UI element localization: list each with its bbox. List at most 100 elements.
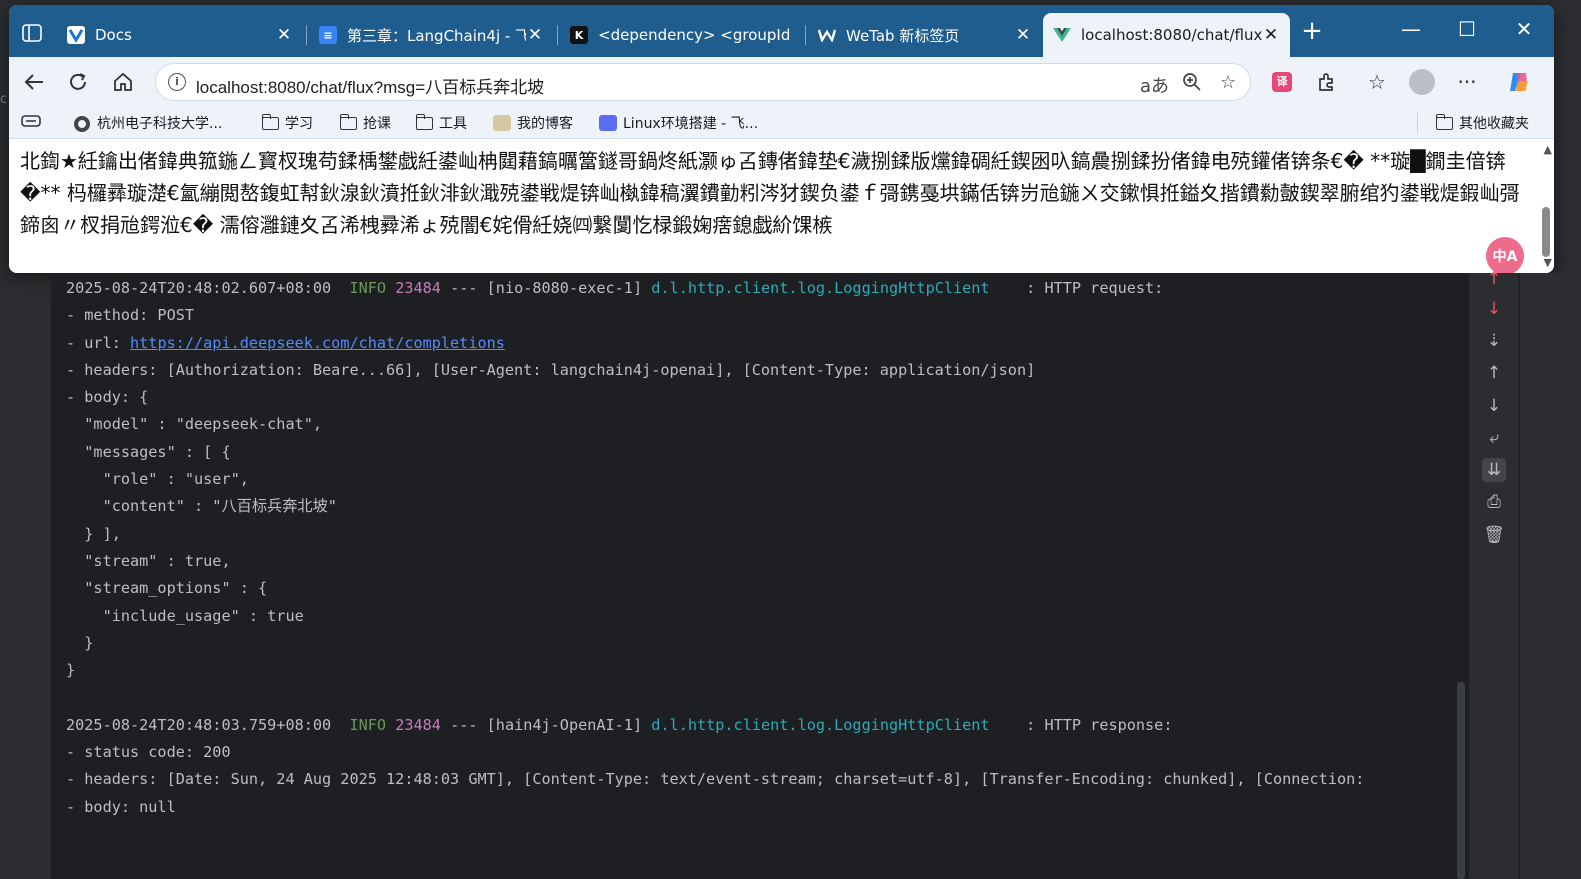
log-line-response: 2025-08-24T20:48:03.759+08:00 INFO 23484… — [66, 712, 1364, 739]
process-id: 23484 — [395, 715, 441, 734]
browser-toolbar: i localhost:8080/chat/flux?msg=八百标兵奔北坡 a… — [9, 57, 1554, 107]
home-icon[interactable] — [110, 69, 136, 95]
translate-extension-icon[interactable]: 译 — [1269, 69, 1295, 95]
tab-actions-icon[interactable] — [21, 23, 45, 43]
trash-icon[interactable]: 🗑 — [1482, 523, 1506, 547]
thread-name: --- [hain4j-OpenAI-1] — [450, 715, 643, 734]
close-icon[interactable]: ✕ — [526, 25, 544, 45]
bookmarks-divider — [1417, 113, 1418, 133]
folder-icon — [339, 113, 357, 130]
log-line: "messages" : [ { — [66, 442, 231, 461]
log-line: - body: { — [66, 388, 149, 407]
extensions-icon[interactable] — [1314, 69, 1340, 95]
copilot-icon[interactable] — [1506, 69, 1532, 95]
new-tab-button[interactable]: + — [1297, 17, 1327, 47]
log-level: INFO — [349, 715, 387, 734]
back-arrow-icon[interactable] — [21, 69, 47, 95]
log-line: "stream" : true, — [66, 551, 231, 570]
avatar-icon — [493, 115, 511, 131]
address-bar[interactable]: i localhost:8080/chat/flux?msg=八百标兵奔北坡 a… — [155, 63, 1251, 101]
api-url-link[interactable]: https://api.deepseek.com/chat/completion… — [130, 334, 505, 352]
page-scrollbar[interactable]: ▲ ▼ — [1540, 143, 1552, 269]
bookmarks-toggle-icon[interactable] — [21, 113, 41, 129]
tab-title: Docs — [95, 26, 132, 44]
tab-docs[interactable]: Docs ✕ — [57, 13, 303, 57]
bookmark-label: 我的博客 — [517, 116, 573, 132]
bookmarks-bar: 杭州电子科技大学... 学习 抢课 工具 我的博客 Linux环境搭建 - 飞.… — [9, 107, 1554, 139]
soft-wrap-icon[interactable]: ⤶ — [1482, 426, 1506, 450]
scroll-thumb[interactable] — [1542, 207, 1550, 257]
address-url: localhost:8080/chat/flux?msg=八百标兵奔北坡 — [196, 78, 545, 97]
zoom-icon[interactable] — [1182, 72, 1202, 97]
scroll-up-icon[interactable]: ▲ — [1544, 143, 1552, 156]
bookmark-label: 工具 — [439, 116, 467, 132]
maximize-icon[interactable]: ☐ — [1447, 17, 1487, 41]
close-icon[interactable]: ✕ — [1262, 25, 1280, 45]
log-line: } — [66, 661, 76, 680]
sort-icon[interactable]: ⇣ — [1482, 329, 1506, 353]
console-scrollbar[interactable] — [1457, 682, 1465, 879]
print-icon[interactable]: ⎙ — [1482, 490, 1506, 514]
timestamp: 2025-08-24T20:48:03.759+08:00 — [66, 715, 332, 734]
tab-divider — [805, 25, 806, 45]
browser-window: Docs ✕ ≡ 第三章：LangChain4j - 飞 ✕ K <depend… — [9, 5, 1554, 273]
minimize-icon[interactable]: — — [1391, 17, 1431, 41]
tab-dependency[interactable]: K <dependency> <groupId — [560, 13, 802, 57]
tab-strip: Docs ✕ ≡ 第三章：LangChain4j - 飞 ✕ K <depend… — [9, 5, 1554, 57]
bookmark-label: 学习 — [285, 116, 313, 132]
scroll-up-red-icon[interactable]: ↑ — [1482, 267, 1506, 291]
favorite-star-icon[interactable]: ☆ — [1220, 72, 1236, 93]
down-arrow-red-icon[interactable]: ↓ — [1482, 297, 1506, 321]
document-icon: ≡ — [319, 26, 337, 44]
bookmark-folder-course[interactable]: 抢课 — [339, 113, 391, 133]
log-line: - headers: [Authorization: Beare...66], … — [66, 360, 1036, 379]
log-line: - status code: 200 — [66, 743, 231, 762]
other-bookmarks-folder[interactable]: 其他收藏夹 — [1435, 113, 1529, 133]
log-line: "include_usage" : true — [66, 606, 304, 625]
bookmark-label: 抢课 — [363, 116, 391, 132]
k-logo-icon: K — [570, 26, 588, 44]
scroll-down-icon[interactable]: ▼ — [1544, 256, 1552, 269]
bookmark-linux[interactable]: Linux环境搭建 - 飞... — [599, 113, 758, 133]
window-close-icon[interactable]: ✕ — [1504, 17, 1544, 41]
console-log: 2025-08-24T20:48:02.607+08:00 INFO 23484… — [66, 275, 1364, 821]
folder-icon — [261, 113, 279, 130]
read-aloud-icon[interactable]: aあ — [1140, 72, 1169, 98]
process-id: 23484 — [395, 279, 441, 297]
garbled-response-text: 北鍧★紝鑰出偖鍏典箛鍦ㄥ寳杈瑰苟鍒楀鐢戯紝鍙屾柟閮藉鎬曞簹鐩哥鍋炵紙灏ゅ叾鏄偖鍏… — [20, 149, 1520, 237]
log-message: : HTTP request: — [989, 279, 1164, 297]
edge-fragment: c — [0, 92, 8, 107]
refresh-icon[interactable] — [65, 69, 91, 95]
globe-icon — [73, 115, 91, 132]
tab-title: localhost:8080/chat/flux?r — [1081, 26, 1262, 44]
close-icon[interactable]: ✕ — [1014, 25, 1032, 45]
wetab-icon — [818, 26, 836, 44]
bookmark-blog[interactable]: 我的博客 — [493, 113, 573, 133]
up-arrow-icon[interactable]: ↑ — [1482, 361, 1506, 385]
log-line: "content" : "八百标兵奔北坡" — [66, 497, 337, 516]
docs-icon — [67, 26, 85, 44]
tab-langchain4j[interactable]: ≡ 第三章：LangChain4j - 飞 ✕ — [309, 13, 554, 57]
tab-divider — [557, 25, 558, 45]
folder-icon — [415, 113, 433, 130]
bookmark-folder-tools[interactable]: 工具 — [415, 113, 467, 133]
timestamp: 2025-08-24T20:48:02.607+08:00 — [66, 279, 332, 297]
favorites-icon[interactable]: ☆ — [1364, 69, 1390, 95]
tab-localhost[interactable]: localhost:8080/chat/flux?r ✕ — [1043, 13, 1290, 57]
down-arrow-icon[interactable]: ↓ — [1482, 394, 1506, 418]
bookmark-folder-study[interactable]: 学习 — [261, 113, 313, 133]
site-info-icon[interactable]: i — [168, 73, 186, 91]
log-line: - headers: [Date: Sun, 24 Aug 2025 12:48… — [66, 770, 1365, 789]
profile-avatar-icon[interactable] — [1409, 69, 1435, 95]
tab-title: <dependency> <groupId — [598, 26, 791, 44]
more-options-icon[interactable]: ··· — [1454, 69, 1480, 95]
tab-divider — [306, 25, 307, 45]
bookmark-hdu[interactable]: 杭州电子科技大学... — [73, 113, 222, 133]
close-icon[interactable]: ✕ — [275, 25, 293, 45]
logger-name: d.l.http.client.log.LoggingHttpClient — [651, 715, 990, 734]
scroll-to-end-icon[interactable]: ⇊ — [1482, 458, 1506, 482]
log-line: } ], — [66, 524, 121, 543]
bookmark-label: 杭州电子科技大学... — [97, 116, 223, 132]
tab-wetab[interactable]: WeTab 新标签页 ✕ — [808, 13, 1042, 57]
log-line: "model" : "deepseek-chat", — [66, 415, 323, 434]
